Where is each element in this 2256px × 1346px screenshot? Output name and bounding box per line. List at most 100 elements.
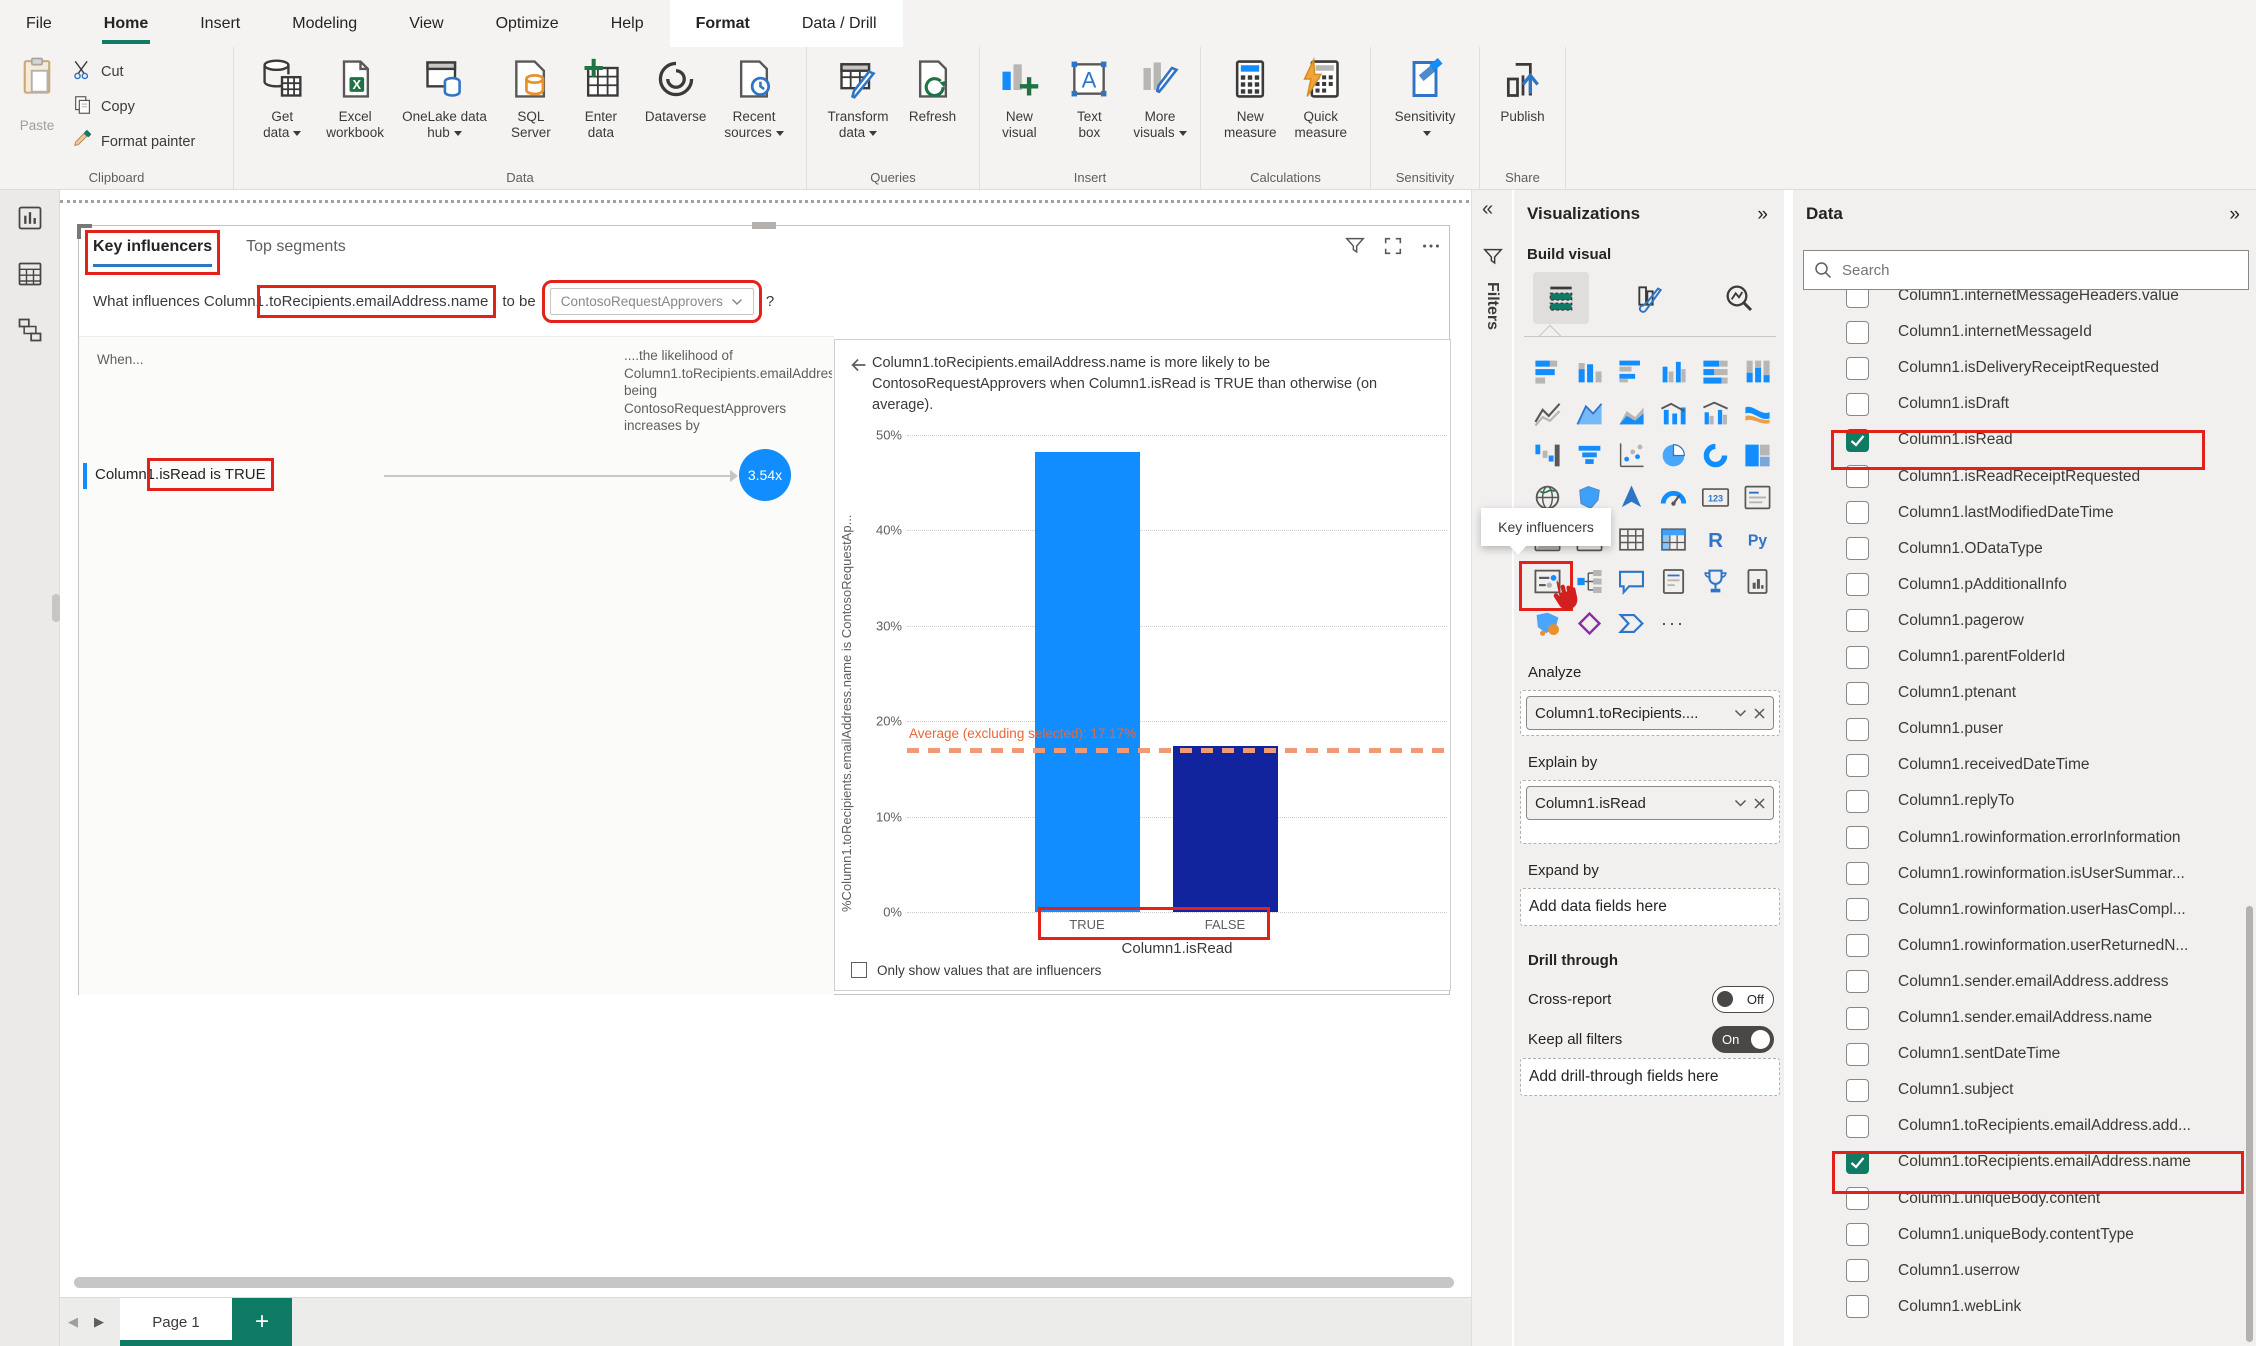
more-visuals-button[interactable]: More visuals xyxy=(1127,55,1192,143)
focus-mode-icon[interactable] xyxy=(1381,234,1405,258)
analyze-field-well[interactable]: Column1.toRecipients.... xyxy=(1520,690,1780,736)
gallery-icon-100-stacked-column-chart[interactable] xyxy=(1736,350,1778,392)
influence-multiplier-bubble[interactable]: 3.54x xyxy=(739,449,791,501)
refresh-button[interactable]: Refresh xyxy=(901,55,965,143)
text-box-button[interactable]: A Text box xyxy=(1057,55,1121,143)
add-page-button[interactable]: + xyxy=(232,1298,292,1346)
field-checkbox[interactable] xyxy=(1846,320,1869,344)
field-checkbox[interactable] xyxy=(1846,392,1869,416)
copy-button[interactable]: Copy xyxy=(72,94,195,120)
field-checkbox[interactable] xyxy=(1846,428,1869,452)
gallery-icon-more-options[interactable]: ··· xyxy=(1652,602,1694,644)
tab-top-segments[interactable]: Top segments xyxy=(246,238,346,267)
tab-key-influencers[interactable]: Key influencers xyxy=(84,230,221,275)
expand-by-field-well[interactable]: Add data fields here xyxy=(1520,888,1780,926)
field-checkbox[interactable] xyxy=(1846,573,1869,597)
field-row[interactable]: Column1.isDeliveryReceiptRequested xyxy=(1793,350,2256,386)
sidebar-report-view-icon[interactable] xyxy=(0,190,60,246)
quick-measure-button[interactable]: Quick measure xyxy=(1289,55,1354,143)
format-visual-mode-button[interactable] xyxy=(1622,272,1678,324)
previous-page-arrow[interactable]: ◀ xyxy=(68,1314,78,1330)
analyze-field-pill[interactable]: Column1.toRecipients.... xyxy=(1526,696,1774,730)
field-row[interactable]: Column1.isReadReceiptRequested xyxy=(1793,459,2256,495)
gallery-icon-scatter-chart[interactable] xyxy=(1610,434,1652,476)
field-checkbox[interactable] xyxy=(1846,1223,1869,1247)
analytics-mode-button[interactable] xyxy=(1711,272,1767,324)
field-row[interactable]: Column1.lastModifiedDateTime xyxy=(1793,495,2256,531)
gallery-icon-qa[interactable] xyxy=(1610,560,1652,602)
field-row[interactable]: Column1.toRecipients.emailAddress.add... xyxy=(1793,1108,2256,1144)
bar-false[interactable] xyxy=(1172,746,1278,912)
field-row[interactable]: Column1.ODataType xyxy=(1793,531,2256,567)
field-checkbox[interactable] xyxy=(1846,1042,1869,1066)
back-arrow-icon[interactable] xyxy=(848,354,870,376)
field-checkbox[interactable] xyxy=(1846,1078,1869,1102)
cut-button[interactable]: Cut xyxy=(72,59,195,85)
ribbon-tab-insert[interactable]: Insert xyxy=(174,0,266,47)
field-row[interactable]: Column1.uniqueBody.content xyxy=(1793,1181,2256,1217)
gallery-icon-python-visual[interactable]: Py xyxy=(1736,518,1778,560)
collapse-visualizations-icon[interactable]: » xyxy=(1757,204,1768,226)
gallery-icon-matrix[interactable] xyxy=(1652,518,1694,560)
field-checkbox[interactable] xyxy=(1846,862,1869,886)
ribbon-tab-file[interactable]: File xyxy=(0,0,78,47)
field-checkbox[interactable] xyxy=(1846,789,1869,813)
drill-through-field-well[interactable]: Add drill-through fields here xyxy=(1520,1058,1780,1096)
field-row[interactable]: Column1.internetMessageId xyxy=(1793,314,2256,350)
sidebar-model-view-icon[interactable] xyxy=(0,302,60,358)
gallery-icon-line-chart[interactable] xyxy=(1526,392,1568,434)
sensitivity-button[interactable]: Sensitivity xyxy=(1389,55,1462,143)
field-checkbox[interactable] xyxy=(1846,645,1869,669)
canvas-vertical-scrollbar[interactable] xyxy=(52,594,60,622)
field-checkbox[interactable] xyxy=(1846,1006,1869,1030)
enter-data-button[interactable]: Enter data xyxy=(569,55,633,143)
gallery-icon-100-stacked-bar-chart[interactable] xyxy=(1694,350,1736,392)
new-visual-button[interactable]: New visual xyxy=(987,55,1051,143)
field-row[interactable]: Column1.userrow xyxy=(1793,1253,2256,1289)
field-checkbox[interactable] xyxy=(1846,681,1869,705)
gallery-icon-metrics[interactable] xyxy=(1694,560,1736,602)
field-checkbox[interactable] xyxy=(1846,609,1869,633)
cross-report-toggle[interactable]: Off xyxy=(1712,986,1774,1013)
gallery-icon-r-script[interactable]: R xyxy=(1694,518,1736,560)
report-canvas[interactable]: Key influencers Top segments What influe… xyxy=(52,190,1471,1346)
key-influencers-visual[interactable]: Key influencers Top segments What influe… xyxy=(77,222,1451,995)
field-row[interactable]: Column1.subject xyxy=(1793,1072,2256,1108)
field-row[interactable]: Column1.isRead xyxy=(1793,422,2256,458)
gallery-icon-area-chart[interactable] xyxy=(1568,392,1610,434)
field-checkbox[interactable] xyxy=(1846,537,1869,561)
field-checkbox[interactable] xyxy=(1846,356,1869,380)
gallery-icon-stacked-area-chart[interactable] xyxy=(1610,392,1652,434)
get-data-button[interactable]: Get data xyxy=(250,55,314,143)
visual-selection-corner[interactable] xyxy=(77,224,92,239)
visual-filter-icon[interactable] xyxy=(1343,234,1367,258)
only-influencers-checkbox[interactable] xyxy=(851,962,867,978)
gallery-icon-ribbon-chart[interactable] xyxy=(1736,392,1778,434)
field-checkbox[interactable] xyxy=(1846,898,1869,922)
field-row[interactable]: Column1.pAdditionalInfo xyxy=(1793,567,2256,603)
ribbon-tab-data-drill[interactable]: Data / Drill xyxy=(775,0,903,47)
publish-button[interactable]: Publish xyxy=(1491,55,1555,127)
field-checkbox[interactable] xyxy=(1846,934,1869,958)
search-input[interactable] xyxy=(1842,261,2238,279)
collapse-data-pane-icon[interactable]: » xyxy=(2229,204,2240,226)
field-checkbox[interactable] xyxy=(1846,717,1869,741)
field-row[interactable]: Column1.parentFolderId xyxy=(1793,639,2256,675)
gallery-icon-smart-narrative[interactable] xyxy=(1652,560,1694,602)
field-row[interactable]: Column1.sentDateTime xyxy=(1793,1036,2256,1072)
canvas-horizontal-scrollbar[interactable] xyxy=(60,1275,1471,1289)
field-checkbox[interactable] xyxy=(1846,1259,1869,1283)
gallery-icon-stacked-bar-chart[interactable] xyxy=(1526,350,1568,392)
field-row[interactable]: Column1.receivedDateTime xyxy=(1793,747,2256,783)
field-checkbox[interactable] xyxy=(1846,753,1869,777)
gallery-icon-treemap[interactable] xyxy=(1736,434,1778,476)
gallery-icon-donut-chart[interactable] xyxy=(1694,434,1736,476)
sql-server-button[interactable]: SQL Server xyxy=(499,55,563,143)
gallery-icon-clustered-column-chart[interactable] xyxy=(1652,350,1694,392)
field-checkbox[interactable] xyxy=(1846,1150,1869,1174)
gallery-icon-card[interactable]: 123 xyxy=(1694,476,1736,518)
ribbon-tab-view[interactable]: View xyxy=(383,0,469,47)
page-tab[interactable]: Page 1 xyxy=(120,1298,232,1346)
field-checkbox[interactable] xyxy=(1846,1114,1869,1138)
chevron-down-icon[interactable] xyxy=(1734,709,1747,718)
